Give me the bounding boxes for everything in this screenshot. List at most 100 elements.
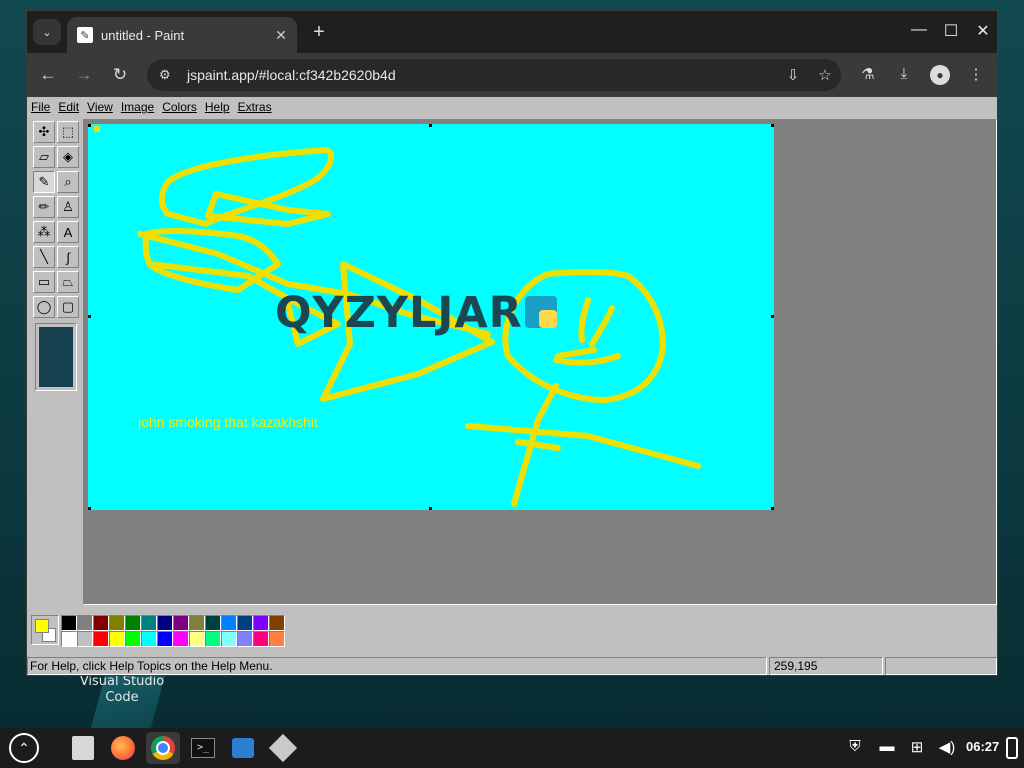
tool-line-icon[interactable]: ╲ <box>33 246 55 268</box>
color-swatch[interactable] <box>189 615 205 631</box>
tool-select-icon[interactable]: ⬚ <box>57 121 79 143</box>
color-swatch[interactable] <box>237 615 253 631</box>
resize-handle[interactable] <box>88 124 91 127</box>
resize-handle[interactable] <box>429 124 432 127</box>
keyboard-tray-icon[interactable]: ▬ <box>876 738 898 755</box>
profile-icon[interactable]: ● <box>927 65 953 85</box>
tab-paint[interactable]: ✎ untitled - Paint ✕ <box>67 17 297 53</box>
drawing-canvas[interactable]: QYZYLJAR john smoking that kazakhshit <box>88 124 774 510</box>
menu-edit[interactable]: Edit <box>58 100 79 114</box>
resize-handle[interactable] <box>771 124 774 127</box>
color-swatch[interactable] <box>269 615 285 631</box>
color-swatch[interactable] <box>61 615 77 631</box>
color-swatch[interactable] <box>61 631 77 647</box>
store-app-icon[interactable] <box>226 732 260 764</box>
menu-image[interactable]: Image <box>121 100 154 114</box>
install-app-icon[interactable]: ⇩ <box>777 66 809 84</box>
site-info-icon[interactable]: ⚙ <box>159 67 183 83</box>
color-swatches <box>61 615 285 647</box>
color-swatch[interactable] <box>125 615 141 631</box>
menu-view[interactable]: View <box>87 100 113 114</box>
color-swatch[interactable] <box>93 615 109 631</box>
window-maximize-button[interactable]: ☐ <box>939 21 963 41</box>
status-help-text: For Help, click Help Topics on the Help … <box>27 657 767 675</box>
chrome-app-icon[interactable] <box>146 732 180 764</box>
color-swatch[interactable] <box>221 615 237 631</box>
tool-free-form-select-icon[interactable]: ✣ <box>33 121 55 143</box>
color-swatch[interactable] <box>173 631 189 647</box>
color-swatch[interactable] <box>221 631 237 647</box>
resize-handle[interactable] <box>771 507 774 510</box>
firefox-app-icon[interactable] <box>106 732 140 764</box>
color-swatch[interactable] <box>125 631 141 647</box>
clock[interactable]: 06:27 <box>966 739 999 754</box>
tool-airbrush-icon[interactable]: ⁂ <box>33 221 55 243</box>
tool-fill-with-color-icon[interactable]: ◈ <box>57 146 79 168</box>
download-icon[interactable]: ⤓ <box>891 65 917 82</box>
address-bar[interactable]: ⚙ jspaint.app/#local:cf342b2620b4d ⇩ ☆ <box>147 59 841 91</box>
new-tab-button[interactable]: + <box>307 21 331 44</box>
terminal-app-icon[interactable]: >_ <box>186 732 220 764</box>
color-swatch[interactable] <box>237 631 253 647</box>
files-app-icon[interactable] <box>66 732 100 764</box>
forward-button[interactable]: → <box>71 63 97 87</box>
menu-extras[interactable]: Extras <box>238 100 272 114</box>
resize-handle[interactable] <box>88 507 91 510</box>
tab-close-icon[interactable]: ✕ <box>269 27 293 44</box>
tool-polygon-icon[interactable]: ⏢ <box>57 271 79 293</box>
color-swatch[interactable] <box>205 615 221 631</box>
primary-color-swatch[interactable] <box>35 619 49 633</box>
back-button[interactable]: ← <box>35 63 61 87</box>
color-swatch[interactable] <box>109 631 125 647</box>
tool-rectangle-icon[interactable]: ▭ <box>33 271 55 293</box>
color-swatch[interactable] <box>157 615 173 631</box>
color-swatch[interactable] <box>205 631 221 647</box>
color-swatch[interactable] <box>93 631 109 647</box>
window-close-button[interactable]: ✕ <box>971 21 995 41</box>
resize-handle[interactable] <box>429 507 432 510</box>
tab-search-chevron-icon[interactable]: ⌄ <box>33 19 61 45</box>
tool-pencil-icon[interactable]: ✏ <box>33 196 55 218</box>
star-icon[interactable]: ☆ <box>809 66 841 84</box>
color-swatch[interactable] <box>269 631 285 647</box>
color-swatch[interactable] <box>77 615 93 631</box>
color-swatch[interactable] <box>253 615 269 631</box>
tool-options-panel[interactable] <box>35 323 77 391</box>
network-tray-icon[interactable]: ⊞ <box>906 738 928 756</box>
tool-ellipse-icon[interactable]: ◯ <box>33 296 55 318</box>
paint-menubar: File Edit View Image Colors Help Extras <box>27 97 997 117</box>
menu-file[interactable]: File <box>31 100 50 114</box>
tool-eraser-icon[interactable]: ▱ <box>33 146 55 168</box>
color-swatch[interactable] <box>157 631 173 647</box>
color-palette-bar <box>27 607 997 655</box>
desktop-icon-label-vscode[interactable]: Visual Studio Code <box>72 674 172 706</box>
reload-button[interactable]: ↻ <box>107 63 133 87</box>
tool-rounded-rectangle-icon[interactable]: ▢ <box>57 296 79 318</box>
color-swatch[interactable] <box>141 615 157 631</box>
kebab-menu-icon[interactable]: ⋮ <box>963 65 989 83</box>
tool-magnifier-icon[interactable]: ⌕ <box>57 171 79 193</box>
color-swatch[interactable] <box>77 631 93 647</box>
menu-help[interactable]: Help <box>205 100 230 114</box>
shield-tray-icon[interactable]: ⛨ <box>844 738 866 755</box>
color-swatch[interactable] <box>189 631 205 647</box>
start-menu-button[interactable]: ⌃ <box>6 730 42 766</box>
tool-text-icon[interactable]: A <box>57 221 79 243</box>
color-swatch[interactable] <box>253 631 269 647</box>
window-minimize-button[interactable]: — <box>907 21 931 39</box>
tool-curve-icon[interactable]: ∫ <box>57 246 79 268</box>
resize-handle[interactable] <box>771 315 774 318</box>
volume-tray-icon[interactable]: ◀) <box>936 738 958 756</box>
color-swatch[interactable] <box>109 615 125 631</box>
tool-pick-color-icon[interactable]: ✎ <box>33 171 55 193</box>
color-swatch[interactable] <box>141 631 157 647</box>
tool-brush-icon[interactable]: ♙ <box>57 196 79 218</box>
diamond-app-icon[interactable] <box>266 732 300 764</box>
url-text[interactable]: jspaint.app/#local:cf342b2620b4d <box>187 67 777 83</box>
menu-colors[interactable]: Colors <box>162 100 197 114</box>
resize-handle[interactable] <box>88 315 91 318</box>
labs-flask-icon[interactable]: ⚗ <box>855 65 881 83</box>
power-tray-icon[interactable] <box>1006 737 1018 759</box>
color-swatch[interactable] <box>173 615 189 631</box>
current-colors[interactable] <box>31 615 59 645</box>
